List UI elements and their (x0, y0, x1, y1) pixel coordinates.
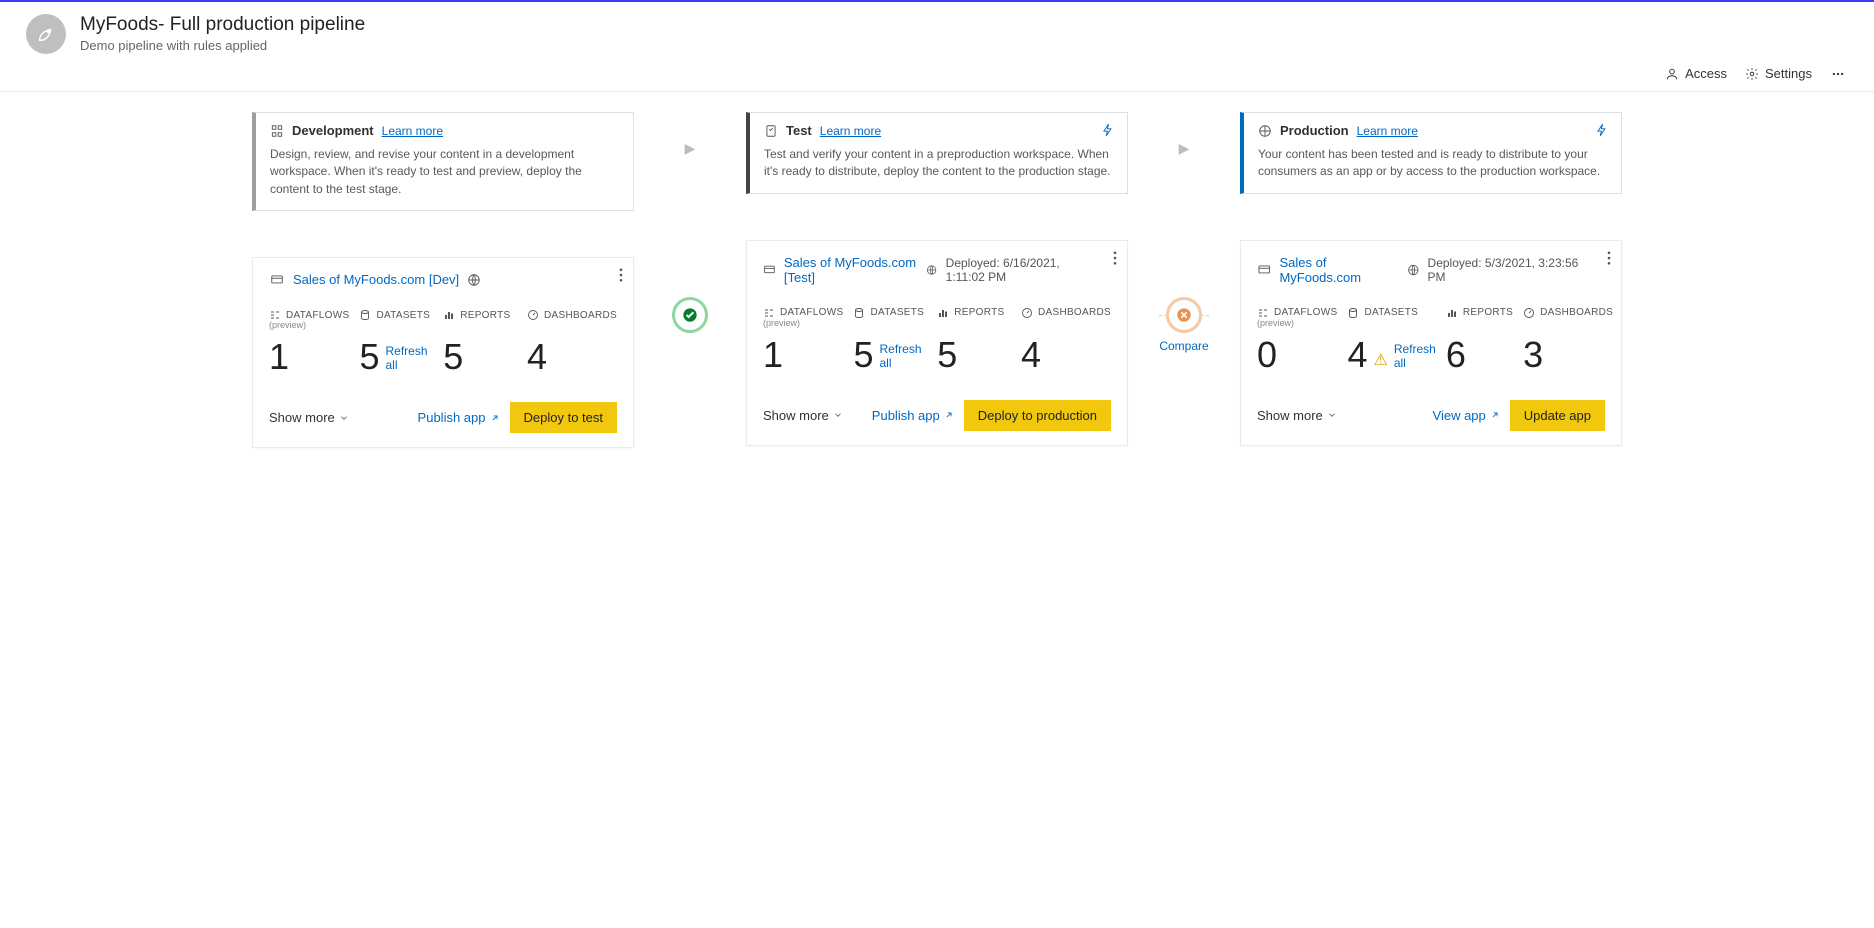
stage-arrow-test-prod: ▶ (1179, 140, 1190, 157)
show-more-prod[interactable]: Show more (1257, 408, 1337, 423)
development-icon (270, 124, 284, 138)
page-title: MyFoods- Full production pipeline (80, 14, 365, 36)
lightning-icon (1101, 123, 1115, 137)
refresh-all-test[interactable]: Refresh all (879, 342, 927, 370)
dataflow-icon (1257, 307, 1269, 319)
metric-dataflows-dev: 1 (269, 336, 289, 378)
more-vertical-icon (1113, 251, 1117, 265)
dataset-icon (853, 307, 865, 319)
stage-header-development: Development Learn more Design, review, a… (252, 112, 634, 211)
metric-reports-prod: 6 (1446, 334, 1466, 376)
workspace-link-prod[interactable]: Sales of MyFoods.com (1279, 255, 1398, 285)
metric-dataflows-test: 1 (763, 334, 783, 376)
stage-name-prod: Production (1280, 123, 1349, 138)
learn-more-dev[interactable]: Learn more (382, 124, 443, 138)
refresh-all-prod[interactable]: Refresh all (1394, 342, 1436, 370)
metric-datasets-test: 5 (853, 334, 873, 376)
more-horizontal-icon (1830, 67, 1846, 81)
workspace-icon (1257, 263, 1271, 277)
deployment-rules-test[interactable] (1101, 123, 1115, 137)
gear-icon (1745, 67, 1759, 81)
learn-more-test[interactable]: Learn more (820, 124, 881, 138)
workspace-icon (763, 263, 776, 277)
page-subtitle: Demo pipeline with rules applied (80, 38, 365, 53)
lightning-icon (1595, 123, 1609, 137)
card-more-menu-prod[interactable] (1607, 251, 1611, 265)
more-options-button[interactable] (1830, 66, 1846, 81)
dataset-icon (1347, 307, 1359, 319)
metric-reports-dev: 5 (443, 336, 463, 378)
deployed-timestamp-test: Deployed: 6/16/2021, 1:11:02 PM (946, 256, 1089, 284)
metric-datasets-prod: 4 (1347, 334, 1367, 376)
publish-app-dev[interactable]: Publish app (418, 410, 500, 425)
settings-button[interactable]: Settings (1745, 66, 1812, 81)
stage-header-test: Test Learn more Test and verify your con… (746, 112, 1128, 194)
publish-app-test[interactable]: Publish app (872, 408, 954, 423)
dataflow-icon (763, 307, 775, 319)
external-link-icon (490, 413, 500, 423)
dashboard-icon (1523, 307, 1535, 319)
dashboard-icon (1021, 307, 1033, 319)
production-icon (1258, 124, 1272, 138)
refresh-all-dev[interactable]: Refresh all (385, 344, 433, 372)
metric-reports-test: 5 (937, 334, 957, 376)
workspace-link-test[interactable]: Sales of MyFoods.com [Test] (784, 255, 918, 285)
external-link-icon (1490, 410, 1500, 420)
show-more-test[interactable]: Show more (763, 408, 843, 423)
deployment-rules-prod[interactable] (1595, 123, 1609, 137)
stage-desc-test: Test and verify your content in a prepro… (764, 146, 1113, 181)
metric-dashboards-test: 4 (1021, 334, 1041, 376)
cross-icon (1176, 307, 1192, 323)
workspace-icon (269, 273, 285, 287)
metric-dashboards-prod: 3 (1523, 334, 1543, 376)
compare-status-ok[interactable] (672, 297, 708, 333)
metric-datasets-dev: 5 (359, 336, 379, 378)
deploy-to-production-button[interactable]: Deploy to production (964, 400, 1111, 431)
person-icon (1665, 67, 1679, 81)
deployed-timestamp-prod: Deployed: 5/3/2021, 3:23:56 PM (1428, 256, 1583, 284)
checkmark-icon (682, 307, 698, 323)
more-vertical-icon (1607, 251, 1611, 265)
app-icon[interactable] (926, 263, 937, 277)
view-app-prod[interactable]: View app (1433, 408, 1500, 423)
stage-name-test: Test (786, 123, 812, 138)
deploy-to-test-button[interactable]: Deploy to test (510, 402, 618, 433)
stage-desc-prod: Your content has been tested and is read… (1258, 146, 1607, 181)
stage-name-dev: Development (292, 123, 374, 138)
warning-icon[interactable]: ⚠ (1373, 350, 1387, 370)
stage-header-production: Production Learn more Your content has b… (1240, 112, 1622, 194)
external-link-icon (944, 410, 954, 420)
workspace-link-dev[interactable]: Sales of MyFoods.com [Dev] (293, 272, 459, 287)
app-icon[interactable] (467, 273, 481, 287)
test-icon (764, 124, 778, 138)
more-vertical-icon (619, 268, 623, 282)
chevron-down-icon (339, 413, 349, 423)
chevron-down-icon (833, 410, 843, 420)
stage-arrow-dev-test: ▶ (685, 140, 696, 157)
compare-link[interactable]: Compare (1159, 339, 1208, 353)
update-app-button[interactable]: Update app (1510, 400, 1605, 431)
app-icon[interactable] (1407, 263, 1420, 277)
card-more-menu-test[interactable] (1113, 251, 1117, 265)
card-more-menu-dev[interactable] (619, 268, 623, 282)
compare-status-diff[interactable] (1166, 297, 1202, 333)
pipeline-logo (26, 14, 66, 54)
stage-desc-dev: Design, review, and revise your content … (270, 146, 619, 198)
metric-dashboards-dev: 4 (527, 336, 547, 378)
access-button[interactable]: Access (1665, 66, 1727, 81)
learn-more-prod[interactable]: Learn more (1357, 124, 1418, 138)
report-icon (937, 307, 949, 319)
metric-dataflows-prod: 0 (1257, 334, 1277, 376)
show-more-dev[interactable]: Show more (269, 410, 349, 425)
chevron-down-icon (1327, 410, 1337, 420)
report-icon (1446, 307, 1458, 319)
